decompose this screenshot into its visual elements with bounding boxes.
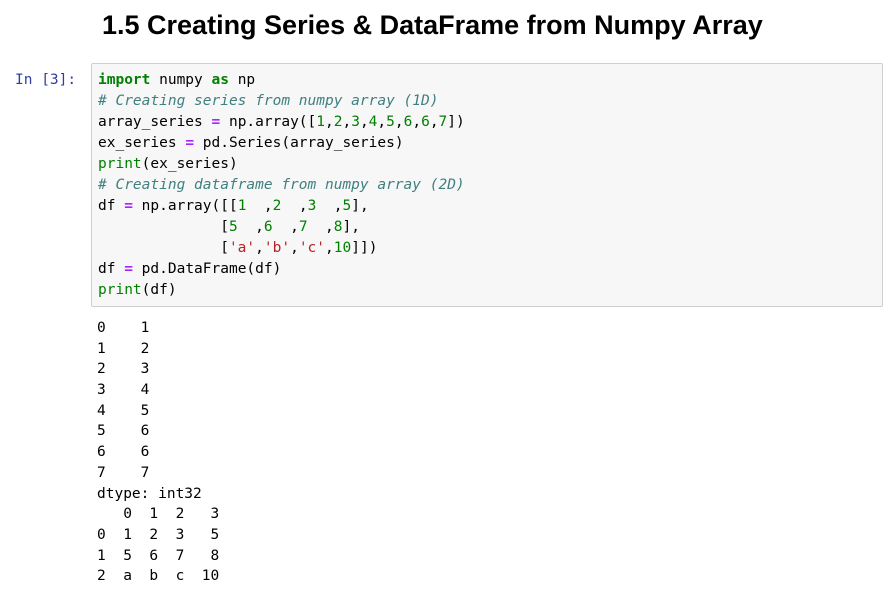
output-line: 2 3 [97, 361, 150, 378]
code-token: (df) [141, 282, 177, 298]
code-line: # Creating dataframe from numpy array (2… [98, 175, 465, 196]
code-token: , [342, 114, 352, 130]
code-token: 5 [228, 219, 238, 235]
output-line: 1 2 [97, 340, 150, 357]
code-token: , [255, 240, 264, 256]
code-token: 10 [333, 240, 352, 256]
code-token: , [325, 114, 334, 130]
code-token: # Creating dataframe from numpy array (2… [98, 177, 465, 193]
code-line: df = np.array([[1 ,2 ,3 ,5], [98, 196, 465, 217]
cell-prompt: In [3]: [15, 72, 77, 88]
code-token: , [325, 240, 334, 256]
code-token: import [98, 72, 151, 88]
output-line: 2 a b c 10 [97, 568, 220, 585]
output-line: 5 6 [97, 423, 150, 440]
output-line: 7 7 [97, 464, 150, 481]
code-token: ], [351, 198, 369, 214]
code-token: pd.Series(array_series) [194, 135, 404, 151]
output-line: 3 4 [97, 382, 150, 399]
code-token: np.array([[ [132, 198, 238, 214]
code-token: print [98, 282, 142, 298]
cell-output: 0 1 1 2 2 3 3 4 4 5 5 6 6 6 7 7 dtype: int32 0 1… [97, 318, 219, 587]
code-token: pd.DataFrame(df) [132, 261, 282, 277]
output-line: 0 1 2 3 [97, 506, 220, 523]
code-line: print(ex_series) [98, 154, 465, 175]
code-line: ['a','b','c',10]]) [98, 238, 465, 259]
code-token: 3 [307, 198, 317, 214]
code-line: ex_series = pd.Series(array_series) [98, 133, 465, 154]
code-token: , [237, 219, 264, 235]
code-token: 5 [342, 198, 352, 214]
code-line: import numpy as np [98, 70, 465, 91]
code-token: = [211, 114, 221, 130]
code-token: print [98, 156, 142, 172]
code-token: = [185, 135, 195, 151]
code-token: , [429, 114, 439, 130]
code-token: , [359, 114, 369, 130]
code-token: , [316, 198, 343, 214]
code-token: , [290, 240, 299, 256]
code-token: , [246, 198, 273, 214]
code-token: 8 [333, 219, 343, 235]
code-token: [ [98, 219, 229, 235]
section-heading: 1.5 Creating Series & DataFrame from Num… [102, 10, 763, 40]
code-token: ]]) [351, 240, 378, 256]
code-token: 3 [351, 114, 360, 130]
code-token: 'c' [298, 240, 326, 256]
code-token: df [98, 261, 125, 277]
code-token: np.array([ [220, 114, 317, 130]
code-token: , [394, 114, 404, 130]
code-token: (ex_series) [141, 156, 238, 172]
code-token: 6 [421, 114, 430, 130]
code-line: df = pd.DataFrame(df) [98, 259, 465, 280]
code-line: array_series = np.array([1,2,3,4,5,6,6,7… [98, 112, 465, 133]
code-token: [ [98, 240, 229, 256]
code-token: = [124, 198, 133, 214]
code-token: , [377, 114, 387, 130]
code-token: 6 [263, 219, 273, 235]
code-token: 5 [386, 114, 395, 130]
code-token: # Creating series from numpy array (1D) [98, 93, 439, 109]
output-line: 0 1 2 3 5 [97, 526, 220, 543]
code-token: , [412, 114, 422, 130]
code-token: ex_series [98, 135, 186, 151]
output-line: 4 5 [97, 402, 150, 419]
code-token: df [98, 198, 125, 214]
code-line: print(df) [98, 280, 465, 301]
output-line: 1 5 6 7 8 [97, 547, 220, 564]
code-cell-input[interactable]: import numpy as np # Creating series from… [91, 63, 883, 307]
output-line: 6 6 [97, 444, 150, 461]
code-token: numpy [150, 72, 212, 88]
code-line: [5 ,6 ,7 ,8], [98, 217, 465, 238]
code-token: = [124, 261, 133, 277]
code-token: as [211, 72, 229, 88]
code-token: , [281, 198, 308, 214]
code-line: # Creating series from numpy array (1D) [98, 91, 465, 112]
code-token: ], [342, 219, 360, 235]
code-editor[interactable]: import numpy as np # Creating series from… [98, 70, 465, 301]
code-token: 1 [316, 114, 325, 130]
code-token: 7 [438, 114, 448, 130]
code-token: , [272, 219, 299, 235]
code-token: , [307, 219, 334, 235]
code-token: ]) [447, 114, 465, 130]
code-token: 'b' [263, 240, 291, 256]
code-token: 7 [298, 219, 308, 235]
code-token: 'a' [228, 240, 256, 256]
code-token: np [228, 72, 256, 88]
code-token: array_series [98, 114, 212, 130]
output-line: 0 1 [97, 320, 150, 336]
output-line: dtype: int32 [97, 485, 202, 502]
